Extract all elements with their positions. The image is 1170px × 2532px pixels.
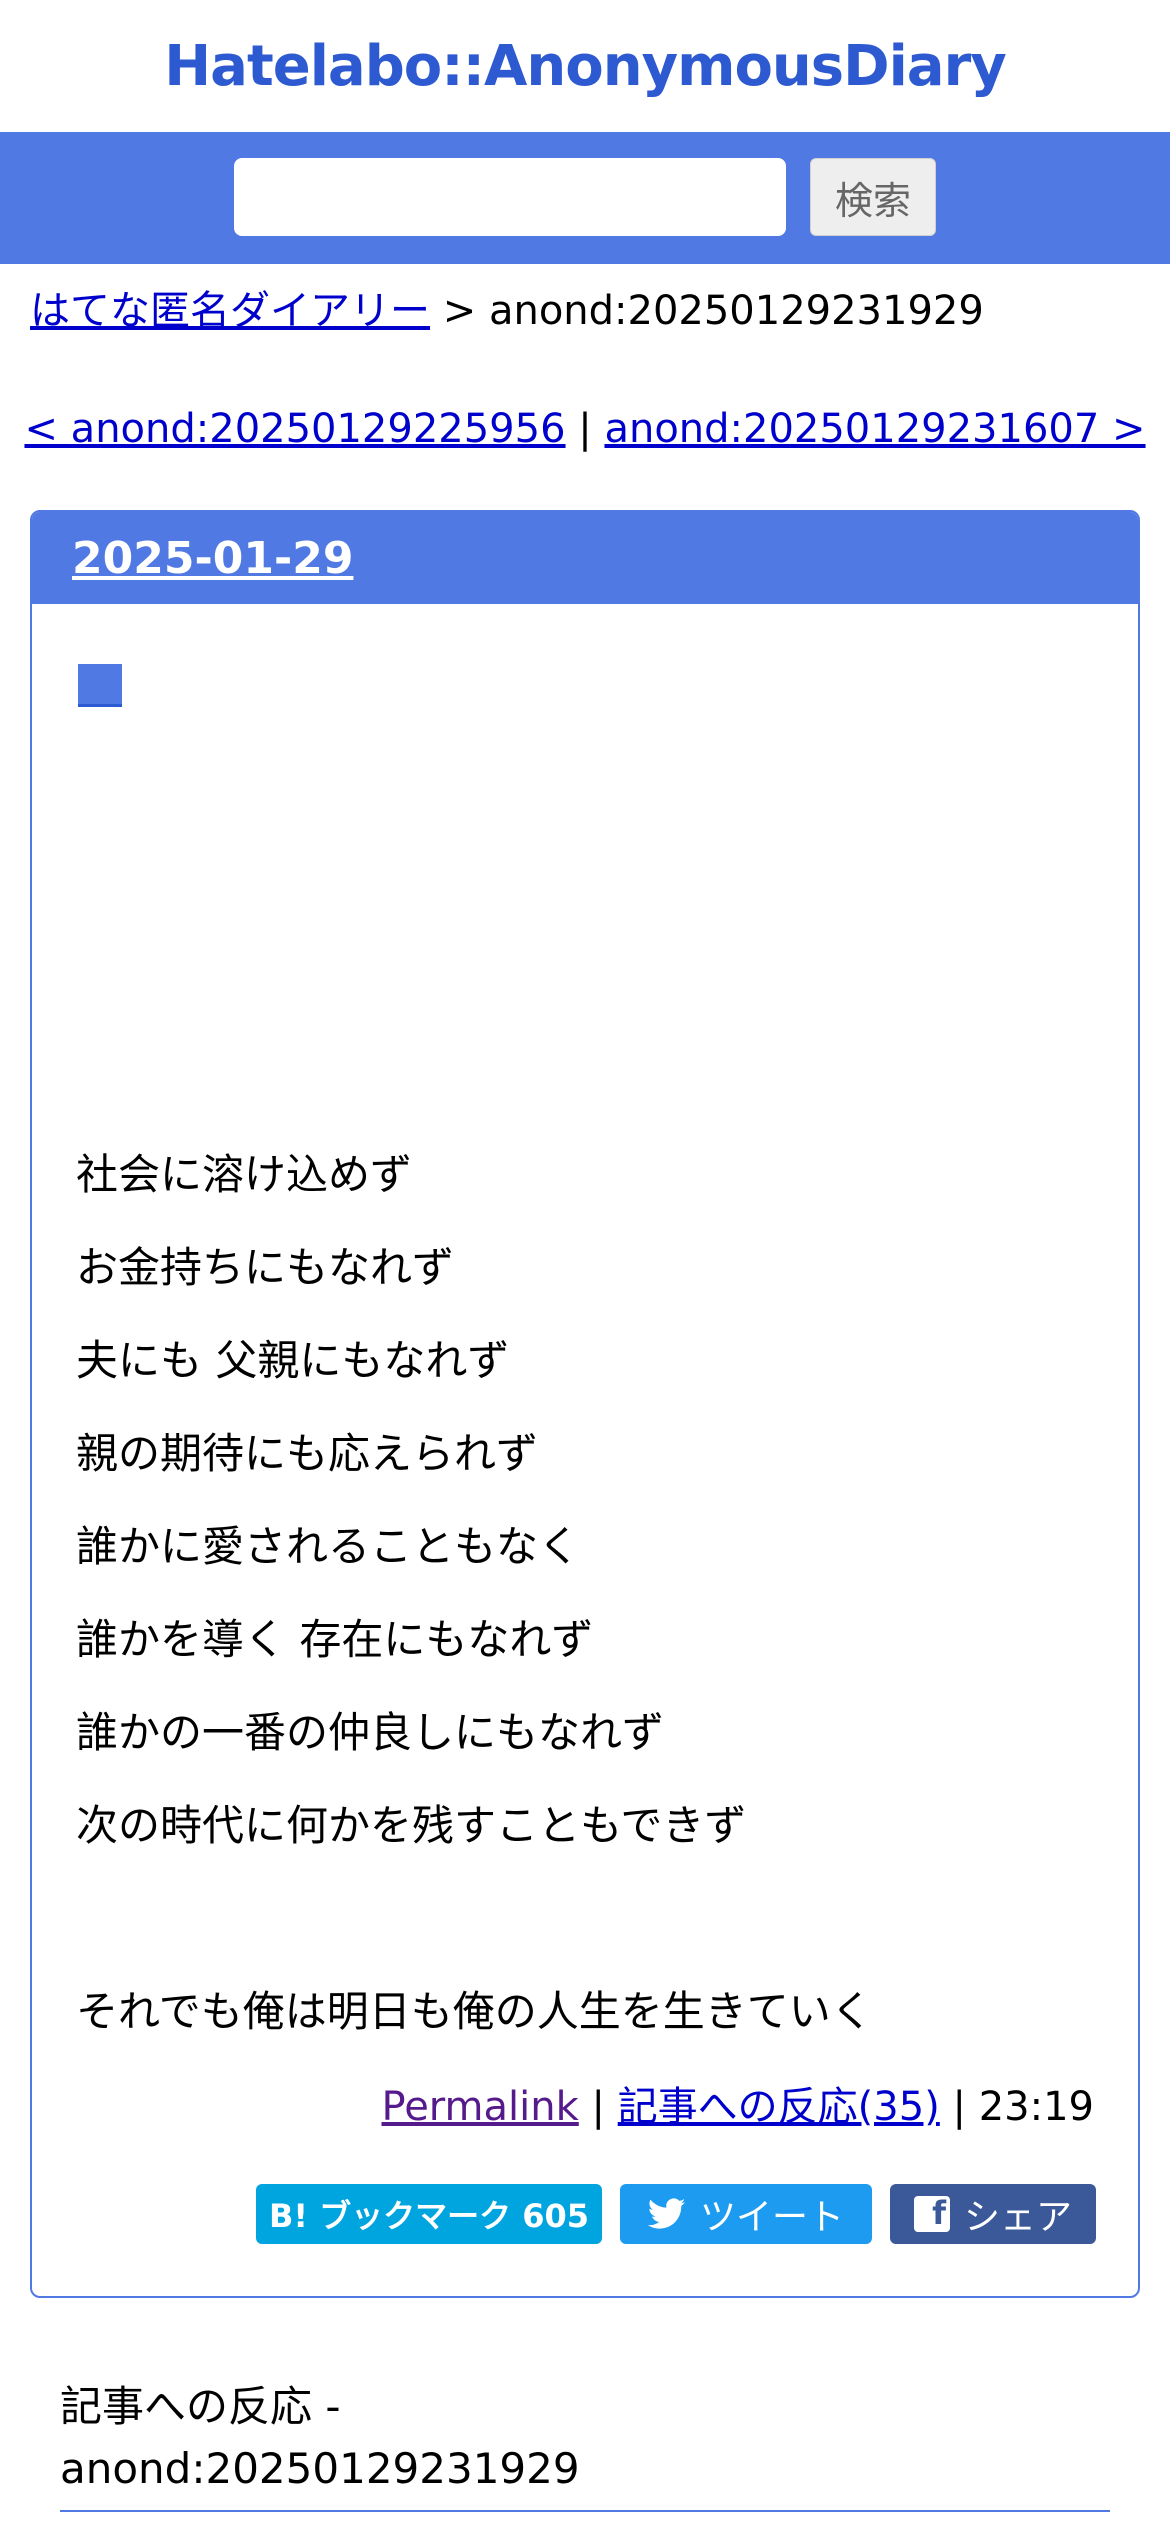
reactions-title-line: 記事への反応 -: [60, 2382, 341, 2431]
entry-pager: < anond:20250129225956 | anond:202501292…: [0, 404, 1170, 454]
body-line: 誰かの一番の仲良しにもなれず: [76, 1708, 665, 1757]
site-title-link[interactable]: Hatelabo::AnonymousDiary: [164, 34, 1006, 99]
next-entry-link[interactable]: anond:20250129231607 >: [604, 406, 1145, 452]
entry-footer: Permalink | 記事への反応(35) | 23:19: [382, 2082, 1095, 2132]
entry-date-link[interactable]: 2025-01-29: [72, 533, 353, 584]
pager-divider: |: [578, 406, 592, 452]
share-buttons: B! ブックマーク 605 ツイート f シェア: [256, 2184, 1096, 2244]
reactions-section-title: 記事への反応 - anond:20250129231929: [60, 2376, 1110, 2512]
body-line: 次の時代に何かを残すこともできず: [76, 1801, 747, 1850]
permalink-link[interactable]: Permalink: [382, 2084, 579, 2130]
twitter-bird-icon: [647, 2198, 686, 2230]
breadcrumb-current: anond:20250129231929: [488, 288, 984, 334]
facebook-icon: f: [913, 2194, 950, 2232]
body-line: 夫にも 父親にもなれず: [76, 1336, 510, 1385]
breadcrumb-home-link[interactable]: はてな匿名ダイアリー: [30, 288, 430, 334]
footer-divider: |: [591, 2084, 605, 2130]
hatena-bookmark-button[interactable]: B! ブックマーク 605: [256, 2184, 602, 2244]
entry-header: 2025-01-29: [32, 512, 1138, 604]
body-line: 誰かに愛されることもなく: [76, 1522, 581, 1571]
facebook-share-button[interactable]: f シェア: [890, 2184, 1096, 2244]
tweet-button[interactable]: ツイート: [620, 2184, 872, 2244]
section-mark-link[interactable]: [78, 664, 122, 707]
body-line: 誰かを導く 存在にもなれず: [76, 1615, 594, 1664]
entry-body: 社会に溶け込めず お金持ちにもなれず 夫にも 父親にもなれず 親の期待にも応えら…: [76, 1145, 873, 2075]
prev-entry-link[interactable]: < anond:20250129225956: [24, 406, 565, 452]
footer-divider: |: [952, 2084, 966, 2130]
diary-entry: 2025-01-29 社会に溶け込めず お金持ちにもなれず 夫にも 父親にもなれ…: [30, 510, 1140, 2298]
entry-time: 23:19: [978, 2084, 1094, 2130]
facebook-share-label: シェア: [963, 2197, 1072, 2238]
body-line: それでも俺は明日も俺の人生を生きていく: [76, 1987, 873, 2036]
hatena-bookmark-label: B! ブックマーク 605: [268, 2197, 590, 2235]
search-bar: 検索: [0, 132, 1170, 264]
site-header: Hatelabo::AnonymousDiary: [0, 0, 1170, 132]
search-input[interactable]: [234, 158, 786, 236]
reactions-title-id: anond:20250129231929: [60, 2444, 580, 2493]
search-button[interactable]: 検索: [810, 158, 936, 236]
body-line: お金持ちにもなれず: [76, 1243, 455, 1292]
breadcrumb-separator: >: [442, 288, 477, 334]
body-line: 親の期待にも応えられず: [76, 1429, 539, 1478]
reactions-link[interactable]: 記事への反応(35): [618, 2084, 940, 2130]
body-line: 社会に溶け込めず: [76, 1150, 413, 1199]
breadcrumb: はてな匿名ダイアリー > anond:20250129231929: [30, 286, 984, 336]
tweet-label: ツイート: [699, 2197, 844, 2238]
